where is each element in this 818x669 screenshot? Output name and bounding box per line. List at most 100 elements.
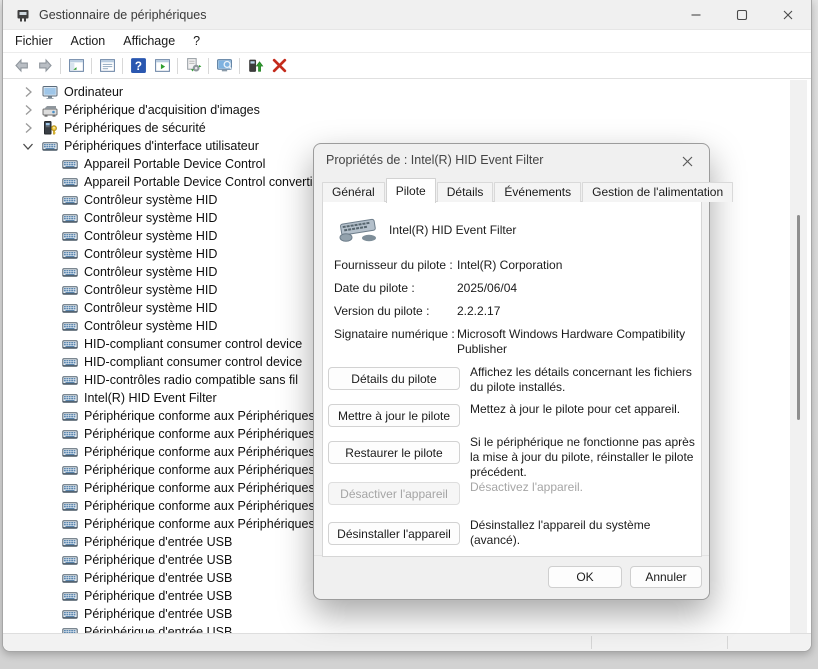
uninstall-device-button[interactable] [267,55,291,77]
désinstaller-l-appareil-button[interactable]: Désinstaller l'appareil [328,522,460,545]
menu-affichage[interactable]: Affichage [114,30,184,52]
back-button[interactable] [9,55,33,77]
computer-icon [42,84,58,100]
tree-item-label: HID-contrôles radio compatible sans fil [84,373,298,387]
properties-button[interactable] [95,55,119,77]
tree-item-périphériques-de-sécurité[interactable]: Périphériques de sécurité [4,119,791,137]
svg-text:?: ? [134,60,141,73]
tab-événements[interactable]: Événements [494,182,581,202]
window-title: Gestionnaire de périphériques [39,8,206,22]
remote-computer-button[interactable] [212,55,236,77]
hid-device-icon [62,336,78,352]
action-pane-button[interactable] [150,55,174,77]
scan-hardware-button[interactable] [181,55,205,77]
hid-device-icon [62,570,78,586]
properties-dialog: Propriétés de : Intel(R) HID Event Filte… [313,143,710,600]
driver-info-label: Version du pilote : [334,304,429,318]
update-driver-button[interactable] [243,55,267,77]
help-icon: ? [130,57,147,74]
ok-button[interactable]: OK [548,566,622,588]
toolbar-separator [60,58,61,74]
close-button[interactable] [765,0,811,30]
imaging-device-icon [42,102,58,118]
hid-device-icon [42,138,58,154]
menu-action[interactable]: Action [62,30,115,52]
help-button[interactable]: ? [126,55,150,77]
tree-item-label: Contrôleur système HID [84,193,217,207]
statusbar-separator [591,636,592,649]
hid-device-icon [62,354,78,370]
action-description: Mettez à jour le pilote pour cet apparei… [470,402,698,417]
menu-fichier[interactable]: Fichier [6,30,62,52]
hid-device-icon [62,480,78,496]
cancel-button[interactable]: Annuler [630,566,702,588]
chevron-right-icon[interactable] [20,120,36,136]
chevron-right-icon[interactable] [20,102,36,118]
maximize-button[interactable] [719,0,765,30]
remote-computer-icon [216,57,233,74]
hid-device-icon [62,228,78,244]
tree-item-label: HID-compliant consumer control device [84,337,302,351]
hid-device-icon [62,318,78,334]
tree-item-label: Ordinateur [64,85,123,99]
driver-info-value: Intel(R) Corporation [457,258,693,273]
tree-item-label: Périphérique conforme aux Périphériques … [84,463,325,477]
tree-scrollbar[interactable] [790,80,807,634]
tree-item-label: Périphériques d'interface utilisateur [64,139,259,153]
hid-device-icon [62,498,78,514]
tab-général[interactable]: Général [322,182,385,202]
chevron-right-icon[interactable] [20,84,36,100]
tree-item-label: Périphérique conforme aux Périphériques … [84,517,325,531]
desktop: Gestionnaire de périphériques FichierAct… [0,0,818,669]
minimize-button[interactable] [673,0,719,30]
toolbar-separator [122,58,123,74]
forward-button[interactable] [33,55,57,77]
détails-du-pilote-button[interactable]: Détails du pilote [328,367,460,390]
hid-device-icon [62,282,78,298]
tree-item-label: Intel(R) HID Event Filter [84,391,217,405]
hid-device-icon [62,264,78,280]
hid-device-icon [62,390,78,406]
mettre-à-jour-le-pilote-button[interactable]: Mettre à jour le pilote [328,404,460,427]
tree-item-label: Périphérique d'entrée USB [84,553,232,567]
driver-tab-panel: Intel(R) HID Event Filter Fournisseur du… [322,201,702,557]
chevron-down-icon[interactable] [20,138,36,154]
tree-item-label: Périphérique conforme aux Périphériques … [84,409,325,423]
menu-help[interactable]: ? [184,30,209,52]
tree-item-label: Périphérique conforme aux Périphériques … [84,499,325,513]
scrollbar-thumb[interactable] [797,215,800,420]
statusbar [3,633,811,651]
tree-item-label: Périphérique d'entrée USB [84,589,232,603]
back-icon [13,57,30,74]
tree-item-label: Contrôleur système HID [84,247,217,261]
tree-item-périphérique-d-acquisition-d-images[interactable]: Périphérique d'acquisition d'images [4,101,791,119]
toolbar-separator [239,58,240,74]
tree-item-label: Appareil Portable Device Control [84,157,265,171]
hid-device-icon [62,192,78,208]
action-description: Désactivez l'appareil. [470,480,698,495]
tree-item-ordinateur[interactable]: Ordinateur [4,83,791,101]
console-tree-button[interactable] [64,55,88,77]
dialog-footer: OK Annuler [314,555,709,599]
titlebar[interactable]: Gestionnaire de périphériques [3,0,811,30]
tree-item-label: Périphérique d'acquisition d'images [64,103,260,117]
driver-info-value: 2.2.2.17 [457,304,693,319]
hid-device-icon [62,516,78,532]
window-controls [673,0,811,30]
dialog-close-icon[interactable] [675,150,699,172]
driver-info-label: Date du pilote : [334,281,415,295]
restaurer-le-pilote-button[interactable]: Restaurer le pilote [328,441,460,464]
tab-pilote[interactable]: Pilote [386,178,436,203]
toolbar: ? [3,52,811,79]
tab-gestion-de-l-alimentation[interactable]: Gestion de l'alimentation [582,182,733,202]
action-description: Si le périphérique ne fonctionne pas apr… [470,435,698,480]
driver-info-value: 2025/06/04 [457,281,693,296]
menubar: FichierActionAffichage? [3,30,811,52]
tree-item-périphérique-d-entrée-usb[interactable]: Périphérique d'entrée USB [4,605,791,623]
tab-détails[interactable]: Détails [437,182,494,202]
uninstall-device-icon [271,57,288,74]
tree-item-label: Contrôleur système HID [84,265,217,279]
tree-item-label: Contrôleur système HID [84,283,217,297]
désactiver-l-appareil-button: Désactiver l'appareil [328,482,460,505]
action-pane-icon [154,57,171,74]
